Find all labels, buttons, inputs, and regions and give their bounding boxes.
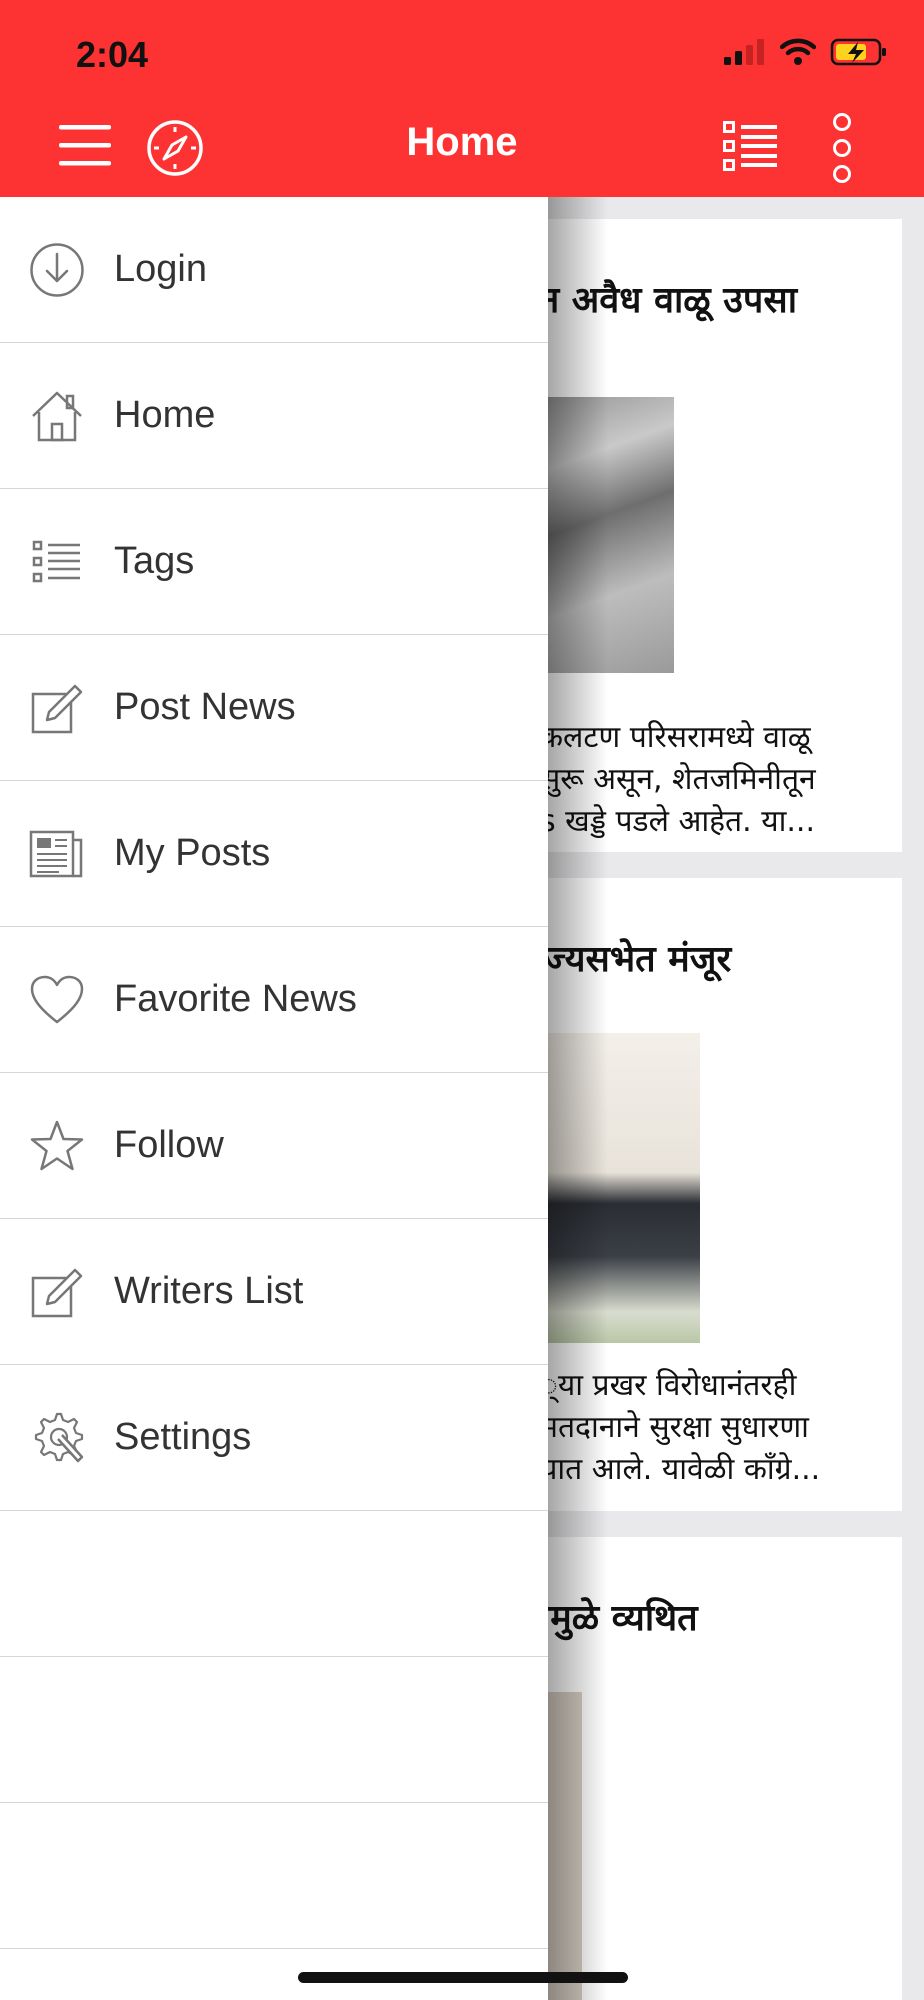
drawer-item-home[interactable]: Home xyxy=(0,343,548,489)
page-title: Home xyxy=(406,120,518,164)
edit-icon xyxy=(28,679,86,737)
drawer-item-label: Post News xyxy=(114,686,296,728)
drawer-item-label: Follow xyxy=(114,1124,224,1166)
drawer-item-my-posts[interactable]: My Posts xyxy=(0,781,548,927)
drawer-item-login[interactable]: Login xyxy=(0,197,548,343)
settings-icon xyxy=(28,1409,86,1467)
drawer-item-follow[interactable]: Follow xyxy=(0,1073,548,1219)
drawer-item-tags[interactable]: Tags xyxy=(0,489,548,635)
star-icon xyxy=(28,1117,86,1175)
app-header: 2:04 Home xyxy=(0,0,924,197)
drawer-item-label: Home xyxy=(114,394,216,436)
drawer-item-label: Writers List xyxy=(114,1270,304,1312)
status-time: 2:04 xyxy=(76,34,149,75)
drawer-item-label: Favorite News xyxy=(114,978,357,1020)
battery-charging-icon xyxy=(830,38,886,66)
drawer-item-settings[interactable]: Settings xyxy=(0,1365,548,1511)
drawer-item-label: Settings xyxy=(114,1416,252,1458)
drawer-item-writers-list[interactable]: Writers List xyxy=(0,1219,548,1365)
newspaper-icon xyxy=(28,825,86,883)
tags-list-icon xyxy=(28,533,86,591)
drawer-item-post-news[interactable]: Post News xyxy=(0,635,548,781)
home-indicator[interactable] xyxy=(298,1972,628,1983)
drawer-item-empty xyxy=(0,1511,548,1657)
more-vertical-icon xyxy=(833,113,851,183)
drawer-item-label: My Posts xyxy=(114,832,271,874)
drawer-item-empty xyxy=(0,1803,548,1949)
navigation-drawer: Login Home Tags Post News My Posts Favor… xyxy=(0,197,548,2000)
list-view-button[interactable] xyxy=(722,120,778,172)
drawer-item-favorite-news[interactable]: Favorite News xyxy=(0,927,548,1073)
login-icon xyxy=(28,241,86,299)
edit-icon xyxy=(28,1263,86,1321)
drawer-shadow xyxy=(548,197,608,2000)
more-options-button[interactable] xyxy=(826,112,858,184)
drawer-item-label: Tags xyxy=(114,540,195,582)
wifi-icon xyxy=(780,38,816,65)
list-icon xyxy=(723,121,777,171)
home-icon xyxy=(28,387,86,445)
status-icons xyxy=(724,38,888,66)
drawer-item-empty xyxy=(0,1657,548,1803)
drawer-item-label: Login xyxy=(114,248,207,290)
heart-icon xyxy=(28,971,86,1029)
signal-icon xyxy=(724,39,764,65)
